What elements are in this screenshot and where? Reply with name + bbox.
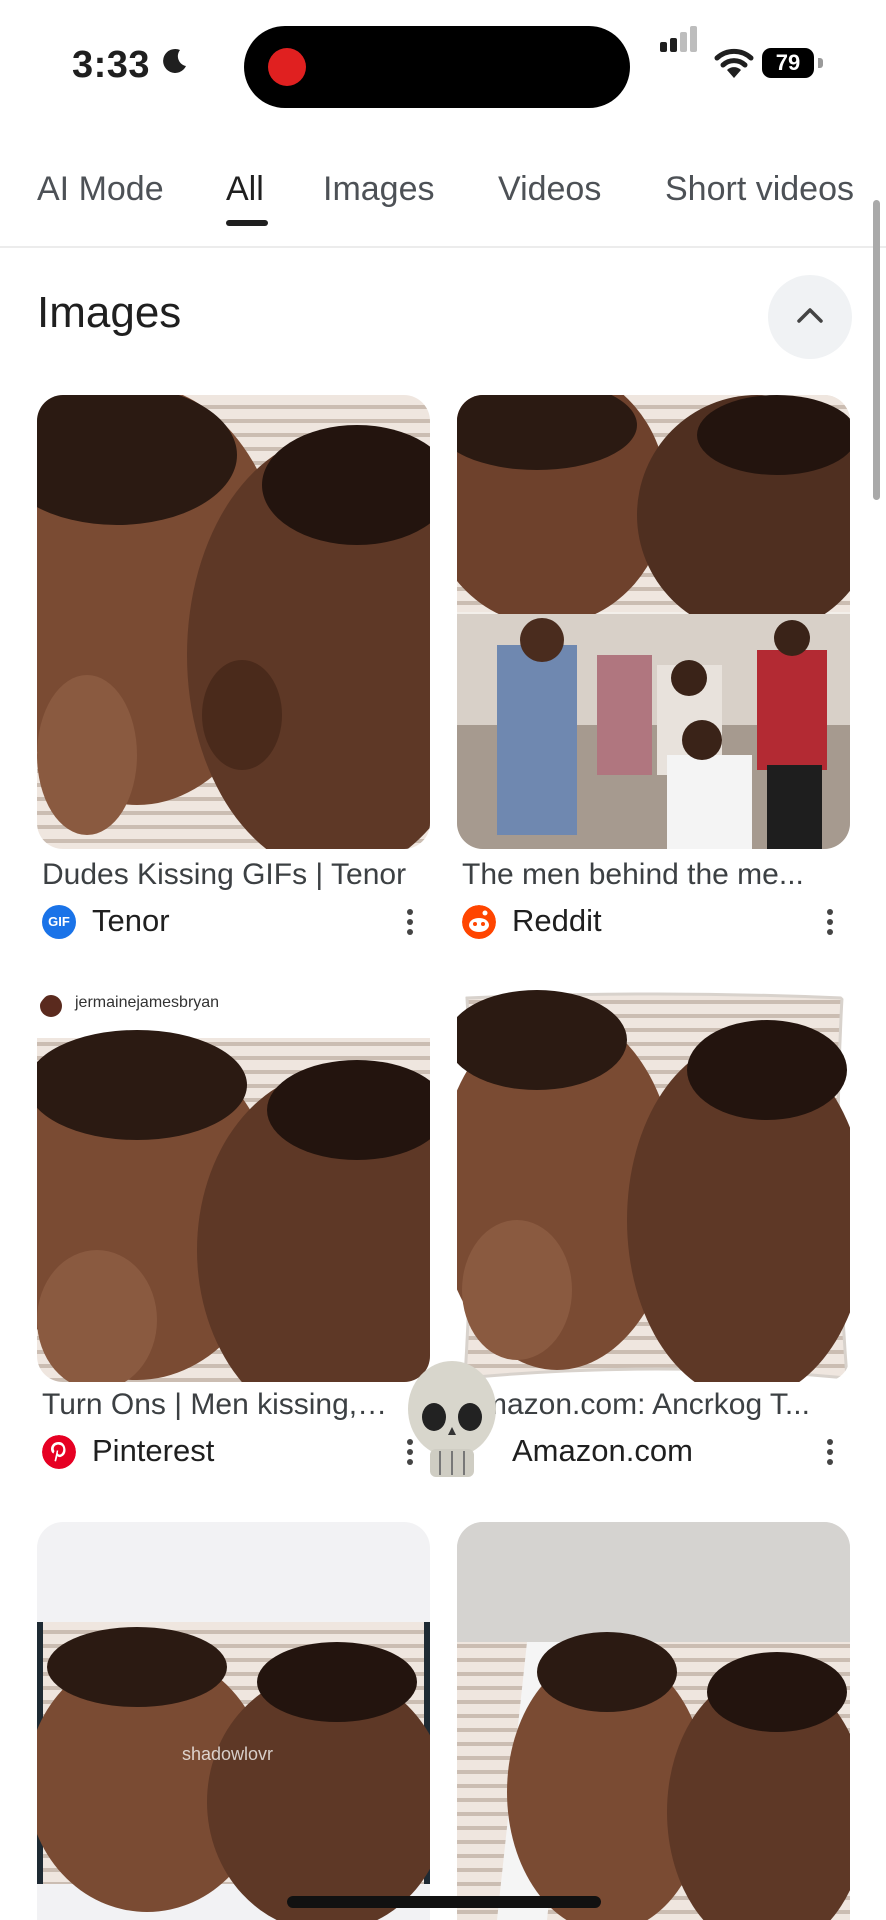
reddit-icon: [462, 905, 496, 939]
result-source[interactable]: Reddit: [462, 903, 762, 941]
source-name: Amazon.com: [512, 1433, 693, 1468]
source-name: Reddit: [512, 903, 602, 938]
image-watermark: shadowlovr: [182, 1744, 274, 1764]
more-options-icon[interactable]: [817, 1435, 843, 1475]
result-source[interactable]: GIF Tenor: [42, 903, 342, 941]
meme-collage-image: [457, 395, 850, 849]
recording-icon: [268, 48, 306, 86]
tab-videos[interactable]: Videos: [498, 170, 601, 209]
result-thumbnail[interactable]: [457, 1522, 850, 1920]
battery-indicator: 79: [762, 48, 814, 78]
result-source[interactable]: Pinterest: [42, 1433, 342, 1471]
pillow-product-image: [457, 990, 850, 1382]
home-indicator[interactable]: [287, 1896, 601, 1908]
source-name: Tenor: [92, 903, 170, 938]
moon-icon: [163, 48, 186, 73]
status-time: 3:33: [72, 44, 151, 86]
image-overlay-username: jermainejamesbryan: [75, 994, 220, 1011]
battery-tip: [818, 58, 823, 68]
result-caption[interactable]: Dudes Kissing GIFs | Tenor: [42, 858, 427, 892]
tab-all[interactable]: All: [226, 170, 264, 209]
more-options-icon[interactable]: [817, 905, 843, 945]
more-options-icon[interactable]: [397, 905, 423, 945]
result-thumbnail[interactable]: [457, 395, 850, 849]
result-caption[interactable]: The men behind the me...: [462, 858, 847, 892]
blanket-product-image: [457, 1522, 850, 1920]
search-tabs: AI Mode All Images Videos Short videos: [0, 150, 886, 248]
result-source[interactable]: Amazon.com: [462, 1433, 762, 1471]
source-name: Pinterest: [92, 1433, 215, 1468]
tab-short-videos[interactable]: Short videos: [665, 170, 854, 209]
skull-sticker-icon: [408, 1361, 496, 1477]
tab-images[interactable]: Images: [323, 170, 435, 209]
tab-ai-mode[interactable]: AI Mode: [37, 170, 164, 209]
kiss-photo-image: [37, 995, 430, 1382]
result-thumbnail[interactable]: jermainejamesbryan: [37, 990, 430, 1382]
kiss-photo-image: [37, 1622, 430, 1920]
status-bar: 3:33 79: [0, 0, 886, 120]
result-thumbnail[interactable]: shadowlovr: [37, 1522, 430, 1920]
tenor-icon: GIF: [42, 905, 76, 939]
result-thumbnail[interactable]: [37, 395, 430, 849]
collapse-button[interactable]: [768, 275, 852, 359]
scrollbar[interactable]: [873, 200, 880, 500]
result-caption[interactable]: Amazon.com: Ancrkog T...: [462, 1388, 847, 1422]
wifi-icon: [714, 48, 754, 78]
dynamic-island: [244, 26, 630, 108]
result-caption[interactable]: Turn Ons | Men kissing, B...: [42, 1388, 392, 1422]
active-tab-indicator: [226, 220, 268, 226]
section-title: Images: [37, 288, 182, 337]
kiss-photo-image: [37, 395, 430, 849]
result-thumbnail[interactable]: [457, 990, 850, 1382]
pinterest-icon: [42, 1435, 76, 1469]
chevron-up-icon: [797, 308, 823, 323]
